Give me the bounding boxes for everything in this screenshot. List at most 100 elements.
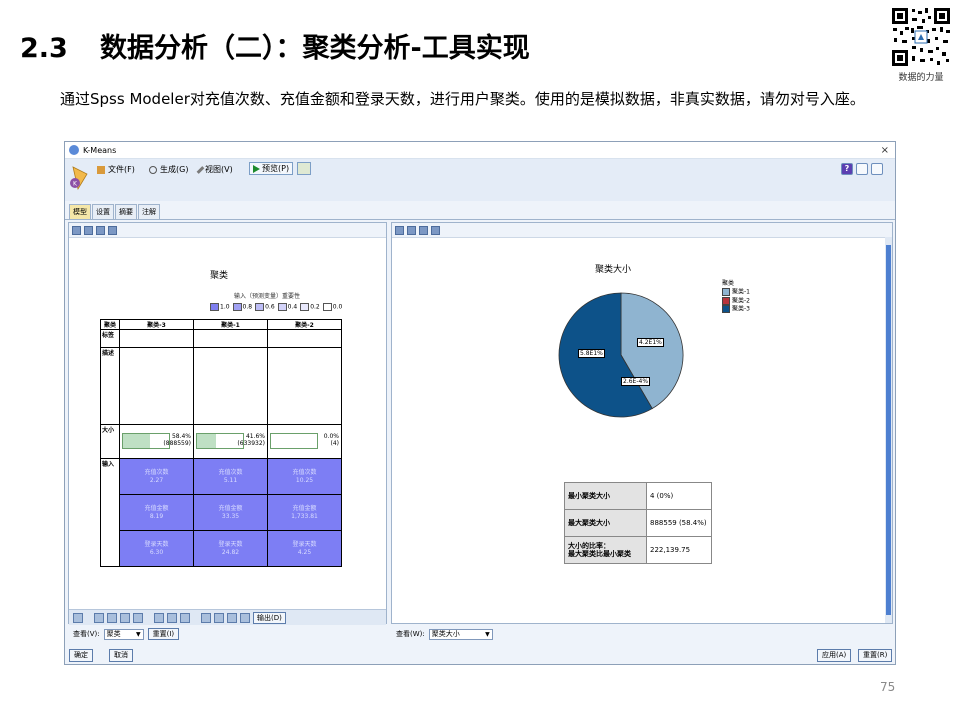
input-cell[interactable]: 登录天数 24.82: [193, 530, 268, 567]
importance-legend: 1.0 0.8 0.6 0.4 0.2 0.0: [210, 303, 342, 311]
menu-toolbar: K 文件(F) 生成(G) 视图(V) 预览(P) ?: [65, 159, 895, 201]
view-icon: [196, 165, 205, 174]
rows-icon[interactable]: [180, 612, 190, 623]
summary-label: 最小聚类大小: [564, 482, 647, 510]
input-cell[interactable]: 充值次数 2.27: [119, 458, 194, 495]
print-icon[interactable]: [96, 225, 105, 235]
sort-clusters-icon[interactable]: [133, 612, 143, 623]
input-value: 8.19: [149, 512, 164, 520]
size-count: (4): [330, 440, 340, 447]
input-name: 充值次数: [144, 468, 169, 476]
cluster-header[interactable]: 聚类-1: [193, 319, 268, 330]
tab-settings[interactable]: 设置: [92, 204, 114, 219]
pie-data-label: 5.8E1%: [578, 349, 605, 358]
tab-summary[interactable]: 摘要: [115, 204, 137, 219]
menu-file[interactable]: 文件(F): [97, 164, 135, 175]
chevron-down-icon: ▼: [485, 630, 490, 638]
apply-button[interactable]: 应用(A): [817, 649, 852, 662]
input-name: 登录天数: [218, 540, 243, 548]
reset-view-button[interactable]: 重置(I): [147, 628, 180, 640]
view-select[interactable]: 聚类大小 ▼: [428, 628, 493, 640]
close-icon[interactable]: ×: [881, 145, 889, 156]
corner-cell: 聚类: [100, 319, 120, 330]
input-cell[interactable]: 充值金额 1,733.81: [267, 494, 342, 531]
view-select[interactable]: 聚类 ▼: [103, 628, 144, 640]
legend-swatch: [722, 305, 730, 313]
right-view-bar: 查看(W): 聚类大小 ▼: [396, 626, 493, 642]
input-cell[interactable]: 充值次数 10.25: [267, 458, 342, 495]
label-row: 标签: [100, 329, 342, 348]
description-row: 描述: [100, 347, 342, 425]
columns-icon[interactable]: [167, 612, 177, 623]
legend-swatch: [322, 303, 332, 311]
sort-icon[interactable]: [108, 225, 117, 235]
line-chart-icon[interactable]: [227, 612, 237, 623]
cluster-header[interactable]: 聚类-3: [119, 319, 194, 330]
chart-icon[interactable]: [201, 612, 211, 623]
label-cell[interactable]: [267, 329, 342, 348]
label-cell[interactable]: [193, 329, 268, 348]
ok-button[interactable]: 确定: [69, 649, 93, 662]
row-label: 标签: [100, 329, 120, 348]
description-cell[interactable]: [267, 347, 342, 425]
menu-view[interactable]: 视图(V): [196, 164, 233, 175]
input-cell[interactable]: 充值金额 8.19: [119, 494, 194, 531]
legend-value: 0.8: [242, 303, 253, 311]
help-button[interactable]: ?: [841, 163, 853, 175]
slide-subtitle: 通过Spss Modeler对充值次数、充值金额和登录天数，进行用户聚类。使用的…: [60, 90, 865, 108]
vertical-scrollbar[interactable]: [885, 237, 892, 623]
minimize-button[interactable]: [856, 163, 868, 175]
tab-model[interactable]: 模型: [69, 204, 91, 219]
input-value: 24.82: [221, 548, 240, 556]
legend-swatch: [277, 303, 287, 311]
preview-button[interactable]: 预览(P): [249, 162, 293, 175]
cell-view-icon[interactable]: [94, 612, 104, 623]
cluster-header[interactable]: 聚类-2: [267, 319, 342, 330]
input-cell[interactable]: 充值次数 5.11: [193, 458, 268, 495]
size-pct-text: 0.0%: [323, 433, 339, 440]
size-summary-table: 最小聚类大小 4 (0%) 最大聚类大小 888559 (58.4%) 大小的比率：…: [564, 482, 712, 564]
input-name: 充值次数: [292, 468, 317, 476]
input-name: 充值金额: [144, 504, 169, 512]
input-cell[interactable]: 登录天数 4.25: [267, 530, 342, 567]
sort-icon[interactable]: [431, 225, 440, 235]
reset-button[interactable]: 重置(R): [858, 649, 893, 662]
legend-swatch: [232, 303, 242, 311]
copy-data-icon[interactable]: [407, 225, 416, 235]
sort-features-icon[interactable]: [120, 612, 130, 623]
grid-icon[interactable]: [154, 612, 164, 623]
cancel-button[interactable]: 取消: [109, 649, 133, 662]
copy-data-icon[interactable]: [84, 225, 93, 235]
transpose-icon[interactable]: [73, 612, 83, 623]
left-view-bar: 查看(V): 聚类 ▼ 重置(I): [73, 626, 180, 642]
menu-generate[interactable]: 生成(G): [149, 164, 188, 175]
tab-annotations[interactable]: 注解: [138, 204, 160, 219]
preview-label: 预览(P): [262, 164, 290, 173]
window-titlebar: K-Means ×: [65, 142, 895, 159]
maximize-button[interactable]: [871, 163, 883, 175]
print-icon[interactable]: [419, 225, 428, 235]
size-cell: 41.6% (633932): [193, 424, 268, 459]
description-cell[interactable]: [119, 347, 194, 425]
menu-file-label: 文件(F): [108, 165, 135, 174]
copy-icon[interactable]: [395, 225, 404, 235]
slide-title: 2.3 数据分析（二）：聚类分析-工具实现: [20, 26, 530, 65]
area-chart-icon[interactable]: [214, 612, 224, 623]
pie-legend: 聚类 聚类-1 聚类-2 聚类-3: [722, 280, 750, 314]
pie-chart: [558, 292, 684, 418]
pie-title: 聚类大小: [595, 265, 632, 275]
view-label: 查看(V):: [73, 630, 100, 638]
description-cell[interactable]: [193, 347, 268, 425]
label-cell[interactable]: [119, 329, 194, 348]
pie-data-label: 4.2E1%: [637, 338, 664, 347]
scrollbar-thumb[interactable]: [886, 245, 891, 615]
legend-swatch: [722, 288, 730, 296]
settings-icon[interactable]: [240, 612, 250, 623]
export-button[interactable]: 输出(D): [253, 611, 286, 624]
input-cell[interactable]: 充值金额 33.35: [193, 494, 268, 531]
input-cell[interactable]: 登录天数 6.30: [119, 530, 194, 567]
tool-icon[interactable]: [297, 162, 311, 175]
cell-distribution-icon[interactable]: [107, 612, 117, 623]
copy-icon[interactable]: [72, 225, 81, 235]
row-label: 输入: [100, 458, 120, 567]
